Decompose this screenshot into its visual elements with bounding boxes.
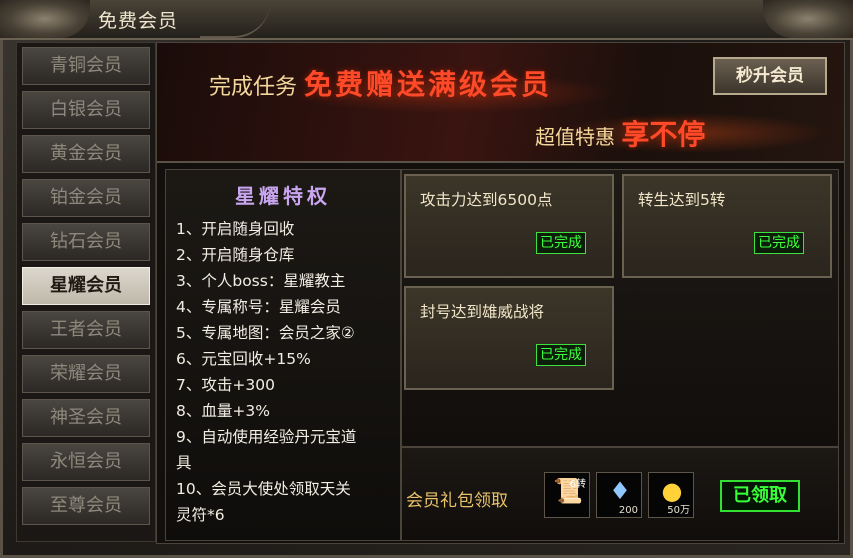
banner-line-1-highlight: 免费赠送满级会员	[304, 68, 553, 101]
gift-item-qty: 200	[618, 505, 638, 516]
privilege-item: 10、会员大使处领取天关 灵符*6	[176, 480, 351, 524]
main-panel: 完成任务 免费赠送满级会员 超值特惠 享不停 秒升会员 星耀特权 1、开启随身回…	[156, 42, 845, 544]
privilege-item: 2、开启随身仓库	[176, 246, 295, 264]
instant-upgrade-button[interactable]: 秒升会员	[713, 57, 827, 95]
privilege-item: 5、专属地图：会员之家②	[176, 324, 355, 342]
sidebar-item-king[interactable]: 王者会员	[22, 311, 150, 349]
privilege-item: 3、个人boss：星耀教主	[176, 272, 346, 290]
sidebar-item-supreme[interactable]: 至尊会员	[22, 487, 150, 525]
banner-line-1-prefix: 完成任务	[209, 75, 298, 100]
title-bar: 免费会员	[0, 0, 853, 40]
title-ornament-icon	[200, 2, 270, 38]
claimed-button[interactable]: 已领取	[720, 480, 800, 512]
sidebar-item-star[interactable]: 星耀会员	[22, 267, 150, 305]
sidebar-item-eternal[interactable]: 永恒会员	[22, 443, 150, 481]
dragon-ornament-right-icon	[763, 0, 853, 38]
privilege-item: 6、元宝回收+15%	[176, 350, 311, 368]
privilege-item: 4、专属称号：星耀会员	[176, 298, 341, 316]
banner-line-2-prefix: 超值特惠	[535, 125, 615, 149]
sidebar-item-glory[interactable]: 荣耀会员	[22, 355, 150, 393]
dragon-ornament-left-icon	[0, 0, 90, 38]
task-done-badge: 已完成	[536, 344, 586, 366]
task-title: 封号达到雄威战将	[420, 303, 545, 321]
task-title: 转生达到5转	[638, 191, 726, 209]
privilege-item: 1、开启随身回收	[176, 220, 295, 238]
privilege-item: 7、攻击+300	[176, 376, 275, 394]
gift-label: 会员礼包领取	[406, 491, 508, 511]
privileges-panel: 星耀特权 1、开启随身回收 2、开启随身仓库 3、个人boss：星耀教主 4、专…	[165, 169, 401, 541]
gift-item-talisman[interactable]: 📜 6转	[544, 472, 590, 518]
privileges-title: 星耀特权	[235, 184, 331, 208]
privilege-item: 8、血量+3%	[176, 402, 270, 420]
window-title: 免费会员	[98, 10, 179, 32]
sidebar-item-platinum[interactable]: 铂金会员	[22, 179, 150, 217]
task-done-badge: 已完成	[754, 232, 804, 254]
banner-line-1: 完成任务 免费赠送满级会员	[209, 63, 552, 103]
sidebar-item-holy[interactable]: 神圣会员	[22, 399, 150, 437]
sidebar-item-bronze[interactable]: 青铜会员	[22, 47, 150, 85]
banner-line-2: 超值特惠 享不停	[535, 113, 705, 153]
crystal-icon: ♦	[609, 477, 631, 505]
promo-banner: 完成任务 免费赠送满级会员 超值特惠 享不停 秒升会员	[157, 43, 844, 163]
gift-item-gold-ingot[interactable]: ● 50万	[648, 472, 694, 518]
task-area: 攻击力达到6500点 已完成 转生达到5转 已完成 封号达到雄威战将 已完成	[401, 169, 839, 447]
task-title: 攻击力达到6500点	[420, 191, 553, 209]
task-card-title-rank: 封号达到雄威战将 已完成	[404, 286, 614, 390]
gift-item-qty: 6转	[569, 479, 586, 490]
sidebar-item-silver[interactable]: 白银会员	[22, 91, 150, 129]
task-done-badge: 已完成	[536, 232, 586, 254]
gift-item-crystal[interactable]: ♦ 200	[596, 472, 642, 518]
privileges-list: 1、开启随身回收 2、开启随身仓库 3、个人boss：星耀教主 4、专属称号：星…	[176, 216, 396, 528]
membership-sidebar: 青铜会员 白银会员 黄金会员 铂金会员 钻石会员 星耀会员 王者会员 荣耀会员 …	[16, 42, 156, 542]
gift-item-qty: 50万	[667, 505, 690, 516]
task-card-rebirth: 转生达到5转 已完成	[622, 174, 832, 278]
task-card-attack: 攻击力达到6500点 已完成	[404, 174, 614, 278]
sidebar-item-gold[interactable]: 黄金会员	[22, 135, 150, 173]
privilege-item: 9、自动使用经验丹元宝道 具	[176, 428, 357, 472]
gift-row: 会员礼包领取 📜 6转 ♦ 200 ● 50万 已领取	[401, 447, 839, 541]
sidebar-item-diamond[interactable]: 钻石会员	[22, 223, 150, 261]
banner-line-2-highlight: 享不停	[621, 118, 706, 151]
